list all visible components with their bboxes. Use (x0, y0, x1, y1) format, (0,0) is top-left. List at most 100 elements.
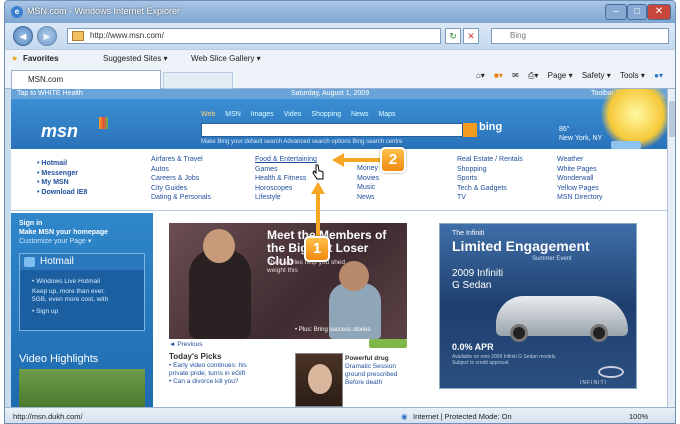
ad-apr: 0.0% APR (452, 342, 494, 352)
person-1-head (203, 229, 235, 263)
link-my-msn[interactable]: • My MSN (37, 178, 87, 188)
links-column-3: Food & Entertaining Games Health & Fitne… (255, 155, 317, 203)
weather-temp: 86° (559, 126, 570, 133)
link-download-ie8[interactable]: • Download IE8 (37, 188, 87, 198)
link-autos[interactable]: Autos (151, 165, 211, 175)
search-subtext[interactable]: Make Bing your default search Advanced s… (201, 139, 402, 145)
home-icon[interactable]: ⌂▾ (476, 71, 485, 80)
weather-city: New York, NY (559, 135, 603, 142)
search-tab-msn[interactable]: MSN (225, 111, 241, 118)
feature-image[interactable]: Meet the Members of the Biggest Loser Cl… (169, 223, 407, 339)
msn-search-input[interactable] (201, 123, 463, 137)
link-news[interactable]: News (357, 193, 379, 203)
link-games[interactable]: Games (255, 165, 317, 175)
zoom-level[interactable]: 100% (629, 408, 648, 423)
step-1-badge: 1 (304, 236, 330, 262)
link-weather[interactable]: Weather (557, 155, 603, 165)
link-lifestyle[interactable]: Lifestyle (255, 193, 317, 203)
web-slice-gallery-link[interactable]: Web Slice Gallery ▾ (191, 50, 261, 67)
close-button[interactable]: ✕ (647, 4, 671, 20)
search-tab-images[interactable]: Images (251, 111, 274, 118)
link-sports[interactable]: Sports (457, 174, 523, 184)
link-food-entertaining[interactable]: Food & Entertaining (255, 155, 317, 165)
link-horoscopes[interactable]: Horoscopes (255, 184, 317, 194)
new-tab-button[interactable] (163, 72, 233, 89)
butterfly-icon (99, 117, 108, 129)
help-icon[interactable]: ●▾ (654, 71, 663, 80)
search-input[interactable]: Bing (491, 28, 669, 44)
search-tab-video[interactable]: Video (284, 111, 302, 118)
tools-menu[interactable]: Tools ▾ (620, 71, 645, 80)
search-tab-maps[interactable]: Maps (378, 111, 395, 118)
address-bar[interactable]: http://www.msn.com/ (67, 28, 441, 44)
customize-link[interactable]: Customize your Page ▾ (19, 237, 91, 245)
pick-item-1[interactable]: • Early video continues: his (169, 362, 287, 370)
mail-icon[interactable]: ✉ (512, 71, 519, 80)
link-messenger[interactable]: • Messenger (37, 169, 87, 179)
link-city-guides[interactable]: City Guides (151, 184, 211, 194)
security-zone[interactable]: Internet | Protected Mode: On (413, 408, 512, 423)
hotmail-signup-link[interactable]: • Sign up (32, 308, 58, 316)
status-url: http://msn.dukh.com/ (13, 412, 83, 421)
link-wonderwall[interactable]: Wonderwall (557, 174, 603, 184)
feature-caption[interactable]: • Plus: Bring success stories (295, 327, 370, 333)
msn-logo[interactable]: msn (41, 121, 78, 142)
hotmail-line-2: Keep up, more than ever. (32, 288, 105, 295)
pick-photo[interactable] (295, 353, 343, 407)
hotmail-title: Hotmail (40, 256, 74, 267)
search-tab-news[interactable]: News (351, 111, 369, 118)
link-real-estate[interactable]: Real Estate / Rentals (457, 155, 523, 165)
forward-button[interactable]: ► (37, 26, 57, 46)
favorites-button[interactable]: Favorites (23, 50, 59, 67)
link-shopping[interactable]: Shopping (457, 165, 523, 175)
links-column-4: Money Movies Music News (357, 164, 379, 202)
suggested-sites-link[interactable]: Suggested Sites ▾ (103, 50, 168, 67)
infiniti-ad[interactable]: The Infiniti Limited Engagement Summer E… (439, 223, 637, 389)
link-tech[interactable]: Tech & Gadgets (457, 184, 523, 194)
previous-link[interactable]: ◄ Previous (169, 341, 203, 348)
link-tv[interactable]: TV (457, 193, 523, 203)
pick-story-line-2: ground prescribed (345, 371, 398, 378)
link-music[interactable]: Music (357, 183, 379, 193)
link-msn-directory[interactable]: MSN Directory (557, 193, 603, 203)
refresh-icon[interactable]: ↻ (445, 28, 461, 44)
safety-menu[interactable]: Safety ▾ (582, 71, 611, 80)
search-tab-web[interactable]: Web (201, 111, 215, 118)
make-homepage-link[interactable]: Make MSN your homepage (19, 228, 108, 237)
hotmail-line-1[interactable]: • Windows Live Hotmail (32, 278, 100, 286)
pick-story-line-1: Dramatic Session (345, 363, 396, 370)
pick-item-3[interactable]: • Can a divorce kill you? (169, 378, 287, 386)
weather-button[interactable] (611, 141, 641, 149)
vertical-scrollbar[interactable] (667, 89, 675, 407)
link-dating[interactable]: Dating & Personals (151, 193, 211, 203)
sign-in-link[interactable]: Sign in (19, 219, 108, 228)
link-hotmail[interactable]: • Hotmail (37, 159, 87, 169)
search-tab-shopping[interactable]: Shopping (311, 111, 341, 118)
video-thumbnail[interactable] (19, 369, 145, 407)
page-menu[interactable]: Page ▾ (548, 71, 573, 80)
links-column-6: Weather White Pages Wonderwall Yellow Pa… (557, 155, 603, 203)
pick-item-2[interactable]: private pride, turns in eGift (169, 370, 287, 378)
top-strip-left[interactable]: Tap to WHITE Health (17, 89, 83, 99)
hotmail-header[interactable]: Hotmail (20, 254, 144, 270)
hotmail-line-3: 5GB, even more cost, with (32, 296, 109, 303)
tab-msn[interactable]: MSN.com (11, 70, 161, 89)
link-health[interactable]: Health & Fitness (255, 174, 317, 184)
watch-button[interactable] (369, 339, 407, 348)
link-white-pages[interactable]: White Pages (557, 165, 603, 175)
feeds-icon[interactable]: ■▾ (494, 71, 503, 80)
stop-icon[interactable]: ✕ (463, 28, 479, 44)
print-icon[interactable]: ⎙▾ (528, 71, 538, 80)
minimize-button[interactable]: – (605, 4, 627, 20)
search-tabs: Web MSN Images Video Shopping News Maps (201, 111, 404, 118)
back-button[interactable]: ◄ (13, 26, 33, 46)
link-money[interactable]: Money (357, 164, 379, 174)
msn-search-button[interactable] (463, 123, 477, 137)
link-yellow-pages[interactable]: Yellow Pages (557, 184, 603, 194)
link-airfares[interactable]: Airfares & Travel (151, 155, 211, 165)
link-movies[interactable]: Movies (357, 174, 379, 184)
link-careers[interactable]: Careers & Jobs (151, 174, 211, 184)
pick-story-title[interactable]: Powerful drug (345, 355, 409, 363)
scrollbar-thumb[interactable] (669, 101, 675, 137)
maximize-button[interactable]: □ (627, 4, 647, 20)
